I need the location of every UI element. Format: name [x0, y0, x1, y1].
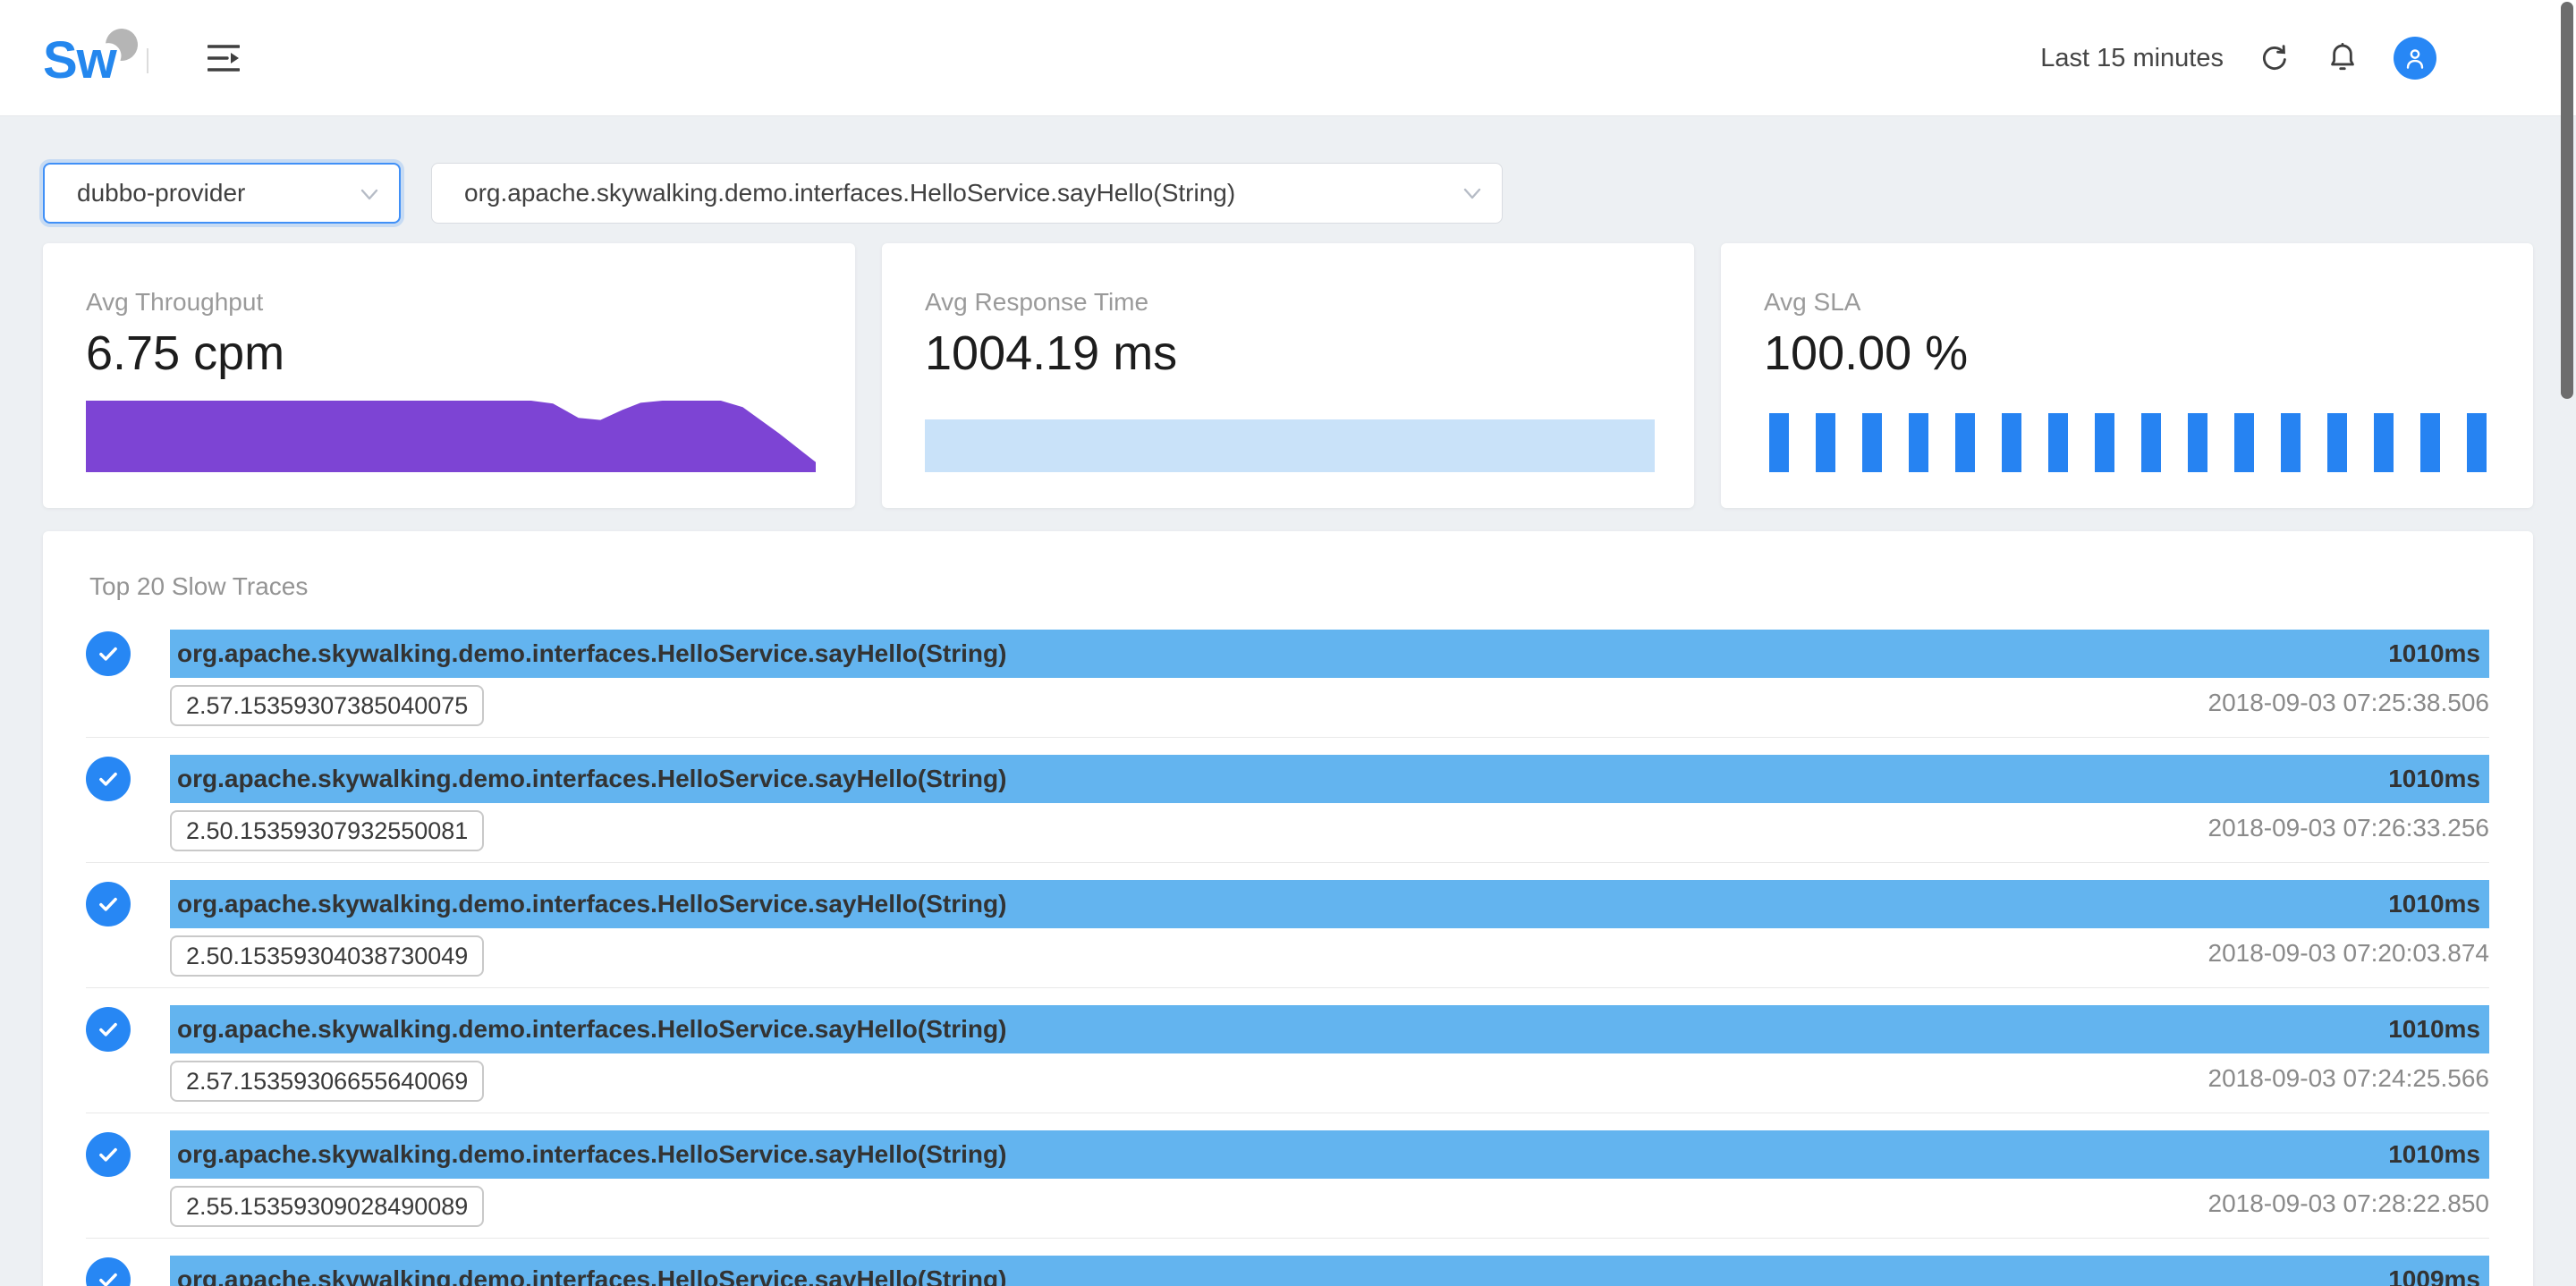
- trace-list: org.apache.skywalking.demo.interfaces.He…: [86, 630, 2489, 1286]
- trace-duration-label: 1010ms: [2388, 639, 2480, 668]
- trace-endpoint-label: org.apache.skywalking.demo.interfaces.He…: [177, 1265, 1006, 1286]
- trace-success-check-icon[interactable]: [86, 631, 131, 676]
- trace-duration-label: 1010ms: [2388, 1140, 2480, 1169]
- service-selector-value: dubbo-provider: [45, 179, 245, 207]
- trace-duration-bar[interactable]: org.apache.skywalking.demo.interfaces.He…: [170, 1005, 2489, 1053]
- sla-bar: [2141, 413, 2161, 472]
- sla-bar: [1769, 413, 1789, 472]
- trace-row: org.apache.skywalking.demo.interfaces.He…: [86, 1005, 2489, 1130]
- card-label: Avg SLA: [1764, 288, 1860, 317]
- header-actions: Last 15 minutes: [2040, 0, 2436, 116]
- sla-bar: [2327, 413, 2347, 472]
- sla-bar: [2048, 413, 2068, 472]
- chevron-down-icon: [1462, 185, 1482, 203]
- trace-timestamp: 2018-09-03 07:24:25.566: [2208, 1064, 2490, 1093]
- response-time-sparkline: [925, 401, 1655, 472]
- card-avg-throughput: Avg Throughput 6.75 cpm: [43, 243, 855, 508]
- trace-timestamp: 2018-09-03 07:26:33.256: [2208, 814, 2490, 842]
- trace-endpoint-label: org.apache.skywalking.demo.interfaces.He…: [177, 1015, 1006, 1044]
- trace-success-check-icon[interactable]: [86, 1257, 131, 1286]
- trace-row: org.apache.skywalking.demo.interfaces.He…: [86, 1130, 2489, 1256]
- chevron-down-icon: [360, 186, 379, 204]
- endpoint-selector-value: org.apache.skywalking.demo.interfaces.He…: [432, 179, 1235, 207]
- sla-bar: [2420, 413, 2440, 472]
- trace-duration-label: 1010ms: [2388, 765, 2480, 793]
- response-area-shape: [925, 419, 1655, 472]
- trace-success-check-icon[interactable]: [86, 1132, 131, 1177]
- trace-success-check-icon[interactable]: [86, 882, 131, 926]
- sla-bar: [2374, 413, 2394, 472]
- trace-duration-bar[interactable]: org.apache.skywalking.demo.interfaces.He…: [170, 755, 2489, 803]
- user-icon: [2402, 45, 2428, 72]
- card-value: 1004.19 ms: [925, 326, 1177, 381]
- card-label: Avg Throughput: [86, 288, 263, 317]
- trace-timestamp: 2018-09-03 07:25:38.506: [2208, 689, 2490, 717]
- card-avg-sla: Avg SLA 100.00 %: [1721, 243, 2533, 508]
- trace-duration-bar[interactable]: org.apache.skywalking.demo.interfaces.He…: [170, 880, 2489, 928]
- sla-bar: [2281, 413, 2301, 472]
- card-value: 100.00 %: [1764, 326, 1968, 381]
- trace-id-chip[interactable]: 2.50.15359307932550081: [170, 810, 484, 851]
- trace-row: org.apache.skywalking.demo.interfaces.He…: [86, 755, 2489, 880]
- menu-fold-icon[interactable]: [208, 43, 240, 73]
- trace-success-check-icon[interactable]: [86, 757, 131, 801]
- refresh-icon[interactable]: [2258, 41, 2292, 75]
- trace-endpoint-label: org.apache.skywalking.demo.interfaces.He…: [177, 639, 1006, 668]
- trace-row: org.apache.skywalking.demo.interfaces.He…: [86, 1256, 2489, 1286]
- sla-bar: [2095, 413, 2114, 472]
- sla-bar-chart: [1769, 413, 2494, 472]
- trace-endpoint-label: org.apache.skywalking.demo.interfaces.He…: [177, 890, 1006, 918]
- top-header: Sw Last 15 minutes: [0, 0, 2576, 116]
- sla-bar: [1816, 413, 1835, 472]
- card-value: 6.75 cpm: [86, 326, 284, 381]
- skywalking-logo[interactable]: Sw: [43, 27, 150, 95]
- sla-bar: [2002, 413, 2021, 472]
- trace-row: org.apache.skywalking.demo.interfaces.He…: [86, 630, 2489, 755]
- trace-duration-label: 1010ms: [2388, 1015, 2480, 1044]
- slow-traces-title: Top 20 Slow Traces: [89, 572, 308, 601]
- trace-id-chip[interactable]: 2.55.15359309028490089: [170, 1186, 484, 1227]
- notification-bell-icon[interactable]: [2326, 41, 2360, 75]
- trace-timestamp: 2018-09-03 07:20:03.874: [2208, 939, 2490, 968]
- trace-success-check-icon[interactable]: [86, 1007, 131, 1052]
- sla-bar: [2234, 413, 2254, 472]
- sla-bar: [1909, 413, 1928, 472]
- sla-bar: [1862, 413, 1882, 472]
- sla-sparkline: [1764, 401, 2494, 472]
- slow-traces-panel: Top 20 Slow Traces org.apache.skywalking…: [43, 531, 2533, 1286]
- trace-timestamp: 2018-09-03 07:28:22.850: [2208, 1189, 2490, 1218]
- endpoint-selector[interactable]: org.apache.skywalking.demo.interfaces.He…: [431, 163, 1503, 224]
- user-avatar[interactable]: [2394, 37, 2436, 80]
- trace-id-chip[interactable]: 2.50.15359304038730049: [170, 935, 484, 977]
- time-range-selector[interactable]: Last 15 minutes: [2040, 44, 2224, 73]
- card-label: Avg Response Time: [925, 288, 1148, 317]
- trace-duration-bar[interactable]: org.apache.skywalking.demo.interfaces.He…: [170, 1130, 2489, 1179]
- sla-bar: [1955, 413, 1975, 472]
- trace-duration-label: 1010ms: [2388, 890, 2480, 918]
- sla-bar: [2467, 413, 2487, 472]
- trace-row: org.apache.skywalking.demo.interfaces.He…: [86, 880, 2489, 1005]
- filter-bar: dubbo-provider org.apache.skywalking.dem…: [43, 163, 1503, 224]
- trace-duration-bar[interactable]: org.apache.skywalking.demo.interfaces.He…: [170, 1256, 2489, 1286]
- header-divider: [147, 48, 148, 73]
- trace-id-chip[interactable]: 2.57.15359307385040075: [170, 685, 484, 726]
- throughput-area-shape: [86, 401, 816, 472]
- card-avg-response-time: Avg Response Time 1004.19 ms: [882, 243, 1694, 508]
- trace-duration-bar[interactable]: org.apache.skywalking.demo.interfaces.He…: [170, 630, 2489, 678]
- trace-duration-label: 1009ms: [2388, 1265, 2480, 1286]
- vertical-scrollbar-thumb[interactable]: [2561, 2, 2573, 399]
- trace-endpoint-label: org.apache.skywalking.demo.interfaces.He…: [177, 1140, 1006, 1169]
- metric-cards: Avg Throughput 6.75 cpm Avg Response Tim…: [43, 243, 2533, 508]
- throughput-sparkline: [86, 401, 816, 472]
- trace-endpoint-label: org.apache.skywalking.demo.interfaces.He…: [177, 765, 1006, 793]
- sla-bar: [2188, 413, 2207, 472]
- trace-id-chip[interactable]: 2.57.15359306655640069: [170, 1061, 484, 1102]
- service-selector[interactable]: dubbo-provider: [43, 163, 401, 224]
- logo-text: Sw: [43, 27, 116, 95]
